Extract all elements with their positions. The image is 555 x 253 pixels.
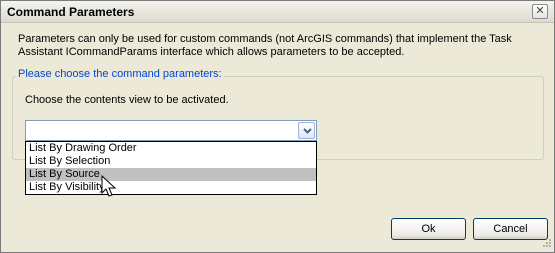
title-bar[interactable]: Command Parameters ✕ <box>1 1 554 23</box>
resize-grip-icon[interactable] <box>540 238 552 250</box>
group-legend: Please choose the command parameters: <box>16 68 224 80</box>
option-list-by-selection[interactable]: List By Selection <box>26 155 316 168</box>
contents-view-combobox[interactable] <box>25 120 317 141</box>
command-parameters-dialog: Command Parameters ✕ Parameters can only… <box>0 0 555 253</box>
option-list-by-drawing-order[interactable]: List By Drawing Order <box>26 142 316 155</box>
option-list-by-visibility[interactable]: List By Visibility <box>26 181 316 194</box>
description-text: Parameters can only be used for custom c… <box>18 33 512 58</box>
ok-button[interactable]: Ok <box>391 218 466 240</box>
close-icon: ✕ <box>535 5 545 17</box>
contents-view-label: Choose the contents view to be activated… <box>25 94 229 106</box>
close-button[interactable]: ✕ <box>532 4 548 19</box>
combobox-dropdown-button[interactable] <box>298 122 315 139</box>
dialog-title: Command Parameters <box>7 5 135 19</box>
mouse-pointer-icon <box>101 175 117 197</box>
option-list-by-source[interactable]: List By Source <box>26 168 316 181</box>
chevron-down-icon <box>303 128 312 134</box>
contents-view-dropdown-list: List By Drawing Order List By Selection … <box>25 141 317 195</box>
cancel-button[interactable]: Cancel <box>473 218 548 240</box>
